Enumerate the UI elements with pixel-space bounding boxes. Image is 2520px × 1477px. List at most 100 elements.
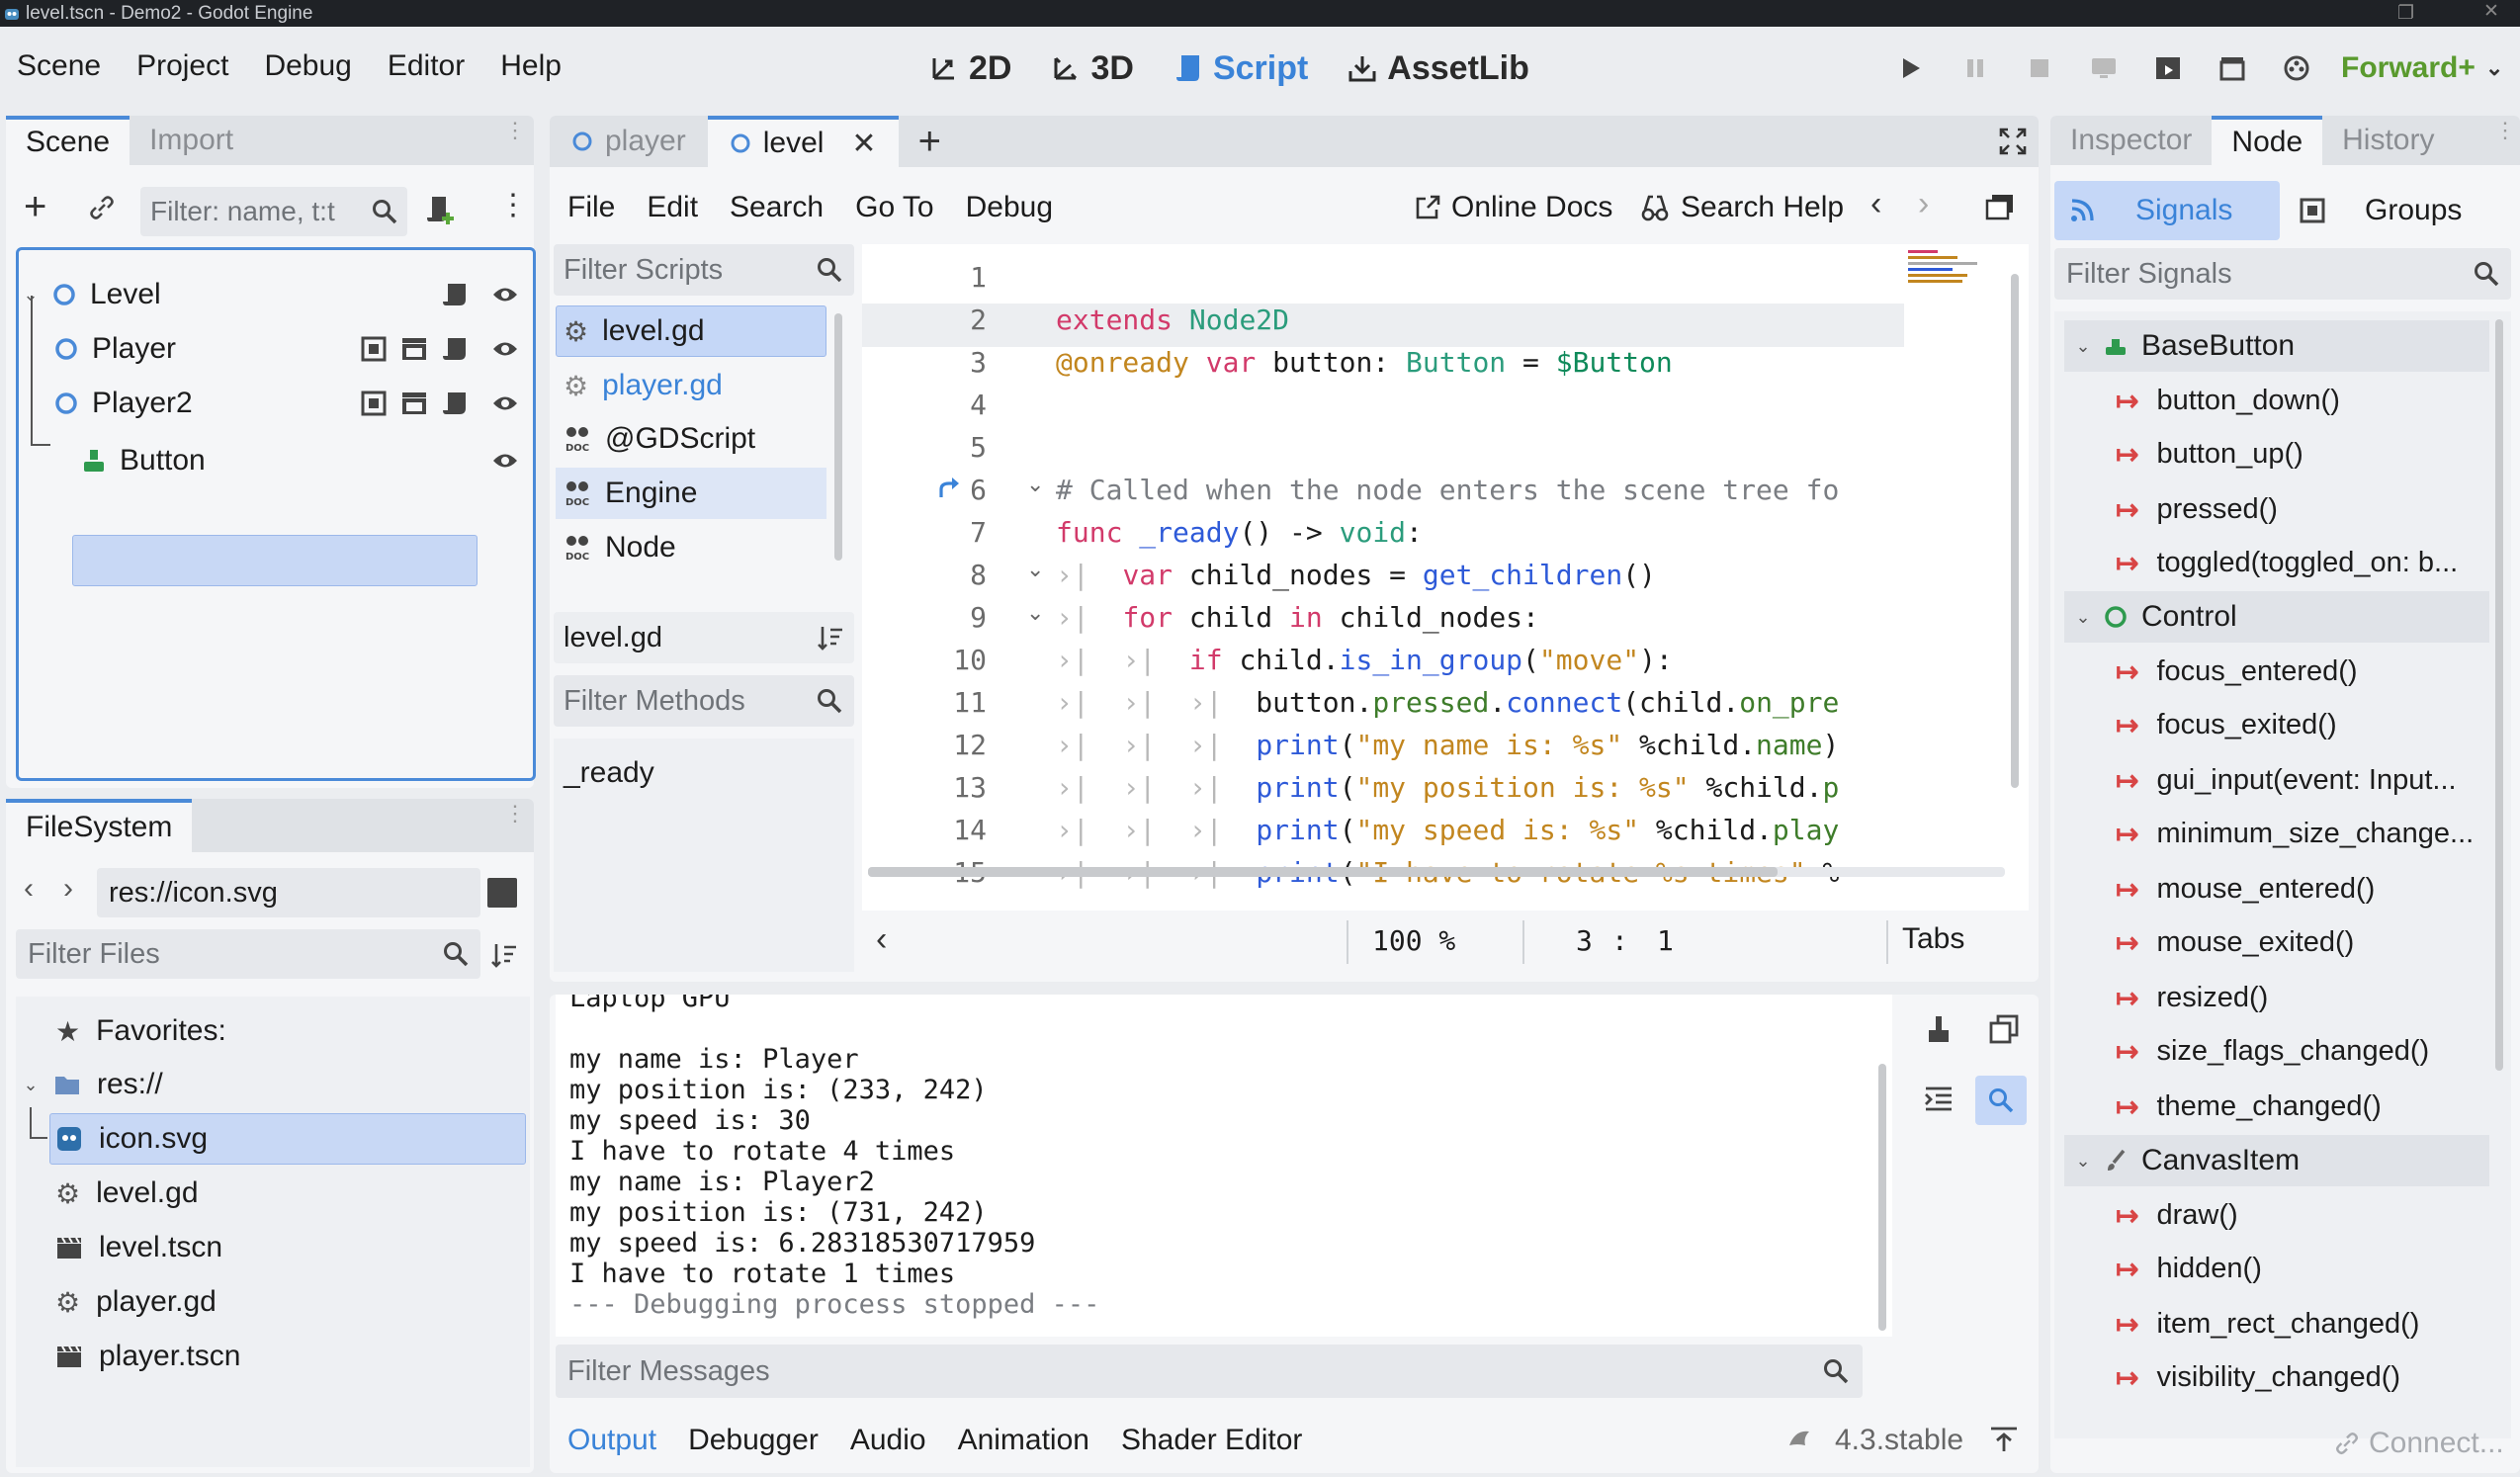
online-docs-button[interactable]: Online Docs — [1414, 183, 1612, 232]
movie-maker-icon[interactable] — [2282, 54, 2311, 82]
new-tab-icon[interactable]: + — [918, 120, 941, 164]
tab-audio[interactable]: Audio — [850, 1424, 926, 1457]
tab-filesystem[interactable]: FileSystem — [6, 799, 193, 852]
scripts-list-scrollbar[interactable] — [834, 313, 842, 561]
signals-scrollbar[interactable] — [2495, 319, 2503, 1071]
tab-player[interactable]: player — [550, 116, 708, 167]
folder-res[interactable]: ⌄ res:// — [16, 1060, 162, 1109]
signal-item[interactable]: ↦ focus_entered() — [2116, 647, 2358, 696]
tree-item-button[interactable] — [72, 535, 478, 586]
menu-project[interactable]: Project — [136, 49, 228, 83]
signal-item[interactable]: ↦ button_down() — [2116, 376, 2340, 425]
link-icon[interactable] — [87, 193, 117, 222]
file-item-icon-svg[interactable]: icon.svg — [55, 1114, 208, 1164]
zoom-level[interactable]: 100 % — [1372, 924, 1455, 957]
scene-options-icon[interactable]: ⋮ — [498, 191, 528, 220]
favorites-item[interactable]: ★ Favorites: — [55, 1006, 226, 1056]
menu-scene[interactable]: Scene — [17, 49, 101, 83]
filter-files-input[interactable]: Filter Files — [16, 929, 480, 979]
toggle-scripts-panel-icon[interactable] — [1985, 193, 2015, 220]
tab-inspector[interactable]: Inspector — [2050, 116, 2212, 165]
file-item-player-tscn[interactable]: player.tscn — [55, 1332, 240, 1381]
visibility-eye-icon[interactable] — [491, 448, 519, 474]
fold-arrow-icon[interactable]: ⌄ — [1026, 472, 1044, 497]
signal-item[interactable]: ↦ button_up() — [2116, 429, 2303, 478]
filter-methods-input[interactable]: Filter Methods — [554, 675, 854, 727]
code-hscrollbar[interactable] — [868, 867, 2005, 877]
signal-category-basebutton[interactable]: ⌄ BaseButton — [2064, 320, 2489, 372]
fold-arrow-icon[interactable]: ⌄ — [1026, 557, 1044, 582]
close-icon[interactable]: ✕ — [851, 127, 876, 161]
signal-item[interactable]: ↦ size_flags_changed() — [2116, 1026, 2429, 1076]
tab-output[interactable]: Output — [567, 1424, 656, 1457]
play-custom-scene-icon[interactable] — [2217, 55, 2247, 81]
sort-icon[interactable] — [490, 941, 518, 969]
group-icon[interactable] — [361, 336, 387, 362]
renderer-select[interactable]: Forward+ ⌄ — [2341, 51, 2503, 85]
back-icon[interactable]: ‹ — [24, 872, 34, 906]
tab-level[interactable]: level ✕ — [707, 116, 899, 167]
history-back-icon[interactable]: ‹ — [1870, 185, 1881, 223]
signal-category-control[interactable]: ⌄ Control — [2064, 591, 2489, 643]
pause-icon[interactable] — [1960, 56, 1990, 80]
script-menu-file[interactable]: File — [567, 191, 615, 224]
signal-item[interactable]: ↦ gui_input(event: Input... — [2116, 755, 2457, 805]
indent-mode[interactable]: Tabs — [1902, 922, 1964, 956]
tab-shader-editor[interactable]: Shader Editor — [1121, 1424, 1302, 1457]
add-node-icon[interactable]: + — [24, 187, 46, 226]
group-icon[interactable] — [361, 391, 387, 416]
connected-signal-icon[interactable] — [937, 476, 963, 499]
tab-animation[interactable]: Animation — [958, 1424, 1089, 1457]
search-toggle-icon[interactable] — [1975, 1076, 2027, 1125]
tab-node[interactable]: Node — [2212, 116, 2323, 165]
visibility-eye-icon[interactable] — [491, 336, 519, 362]
script-menu-debug[interactable]: Debug — [966, 191, 1053, 224]
clear-output-icon[interactable] — [1926, 1014, 1952, 1044]
script-menu-search[interactable]: Search — [730, 191, 824, 224]
dock-menu-icon[interactable]: ⋮ — [2494, 120, 2516, 141]
workspace-3d-button[interactable]: 3D — [1051, 49, 1134, 88]
sort-icon[interactable] — [817, 624, 844, 652]
script-item-level-gd[interactable]: ⚙ level.gd — [564, 306, 705, 356]
script-attached-icon[interactable] — [442, 282, 468, 307]
script-item-engine[interactable]: DOC Engine — [564, 469, 697, 518]
search-help-button[interactable]: Search Help — [1639, 183, 1844, 232]
signals-subtab[interactable]: Signals — [2054, 181, 2280, 240]
signal-item[interactable]: ↦ focus_exited() — [2116, 700, 2337, 749]
fold-arrow-icon[interactable]: ⌄ — [1026, 600, 1044, 626]
window-close-icon[interactable]: ✕ — [2483, 0, 2499, 23]
script-attached-icon[interactable] — [442, 391, 468, 416]
script-menu-edit[interactable]: Edit — [647, 191, 698, 224]
file-item-level-tscn[interactable]: level.tscn — [55, 1223, 222, 1272]
script-item-player-gd[interactable]: ⚙ player.gd — [564, 361, 723, 410]
workspace-2d-button[interactable]: 2D — [929, 49, 1011, 88]
play-scene-icon[interactable] — [2153, 55, 2183, 81]
tab-debugger[interactable]: Debugger — [688, 1424, 819, 1457]
tab-import[interactable]: Import — [130, 116, 253, 165]
signal-item[interactable]: ↦ draw() — [2116, 1190, 2238, 1240]
path-field[interactable]: res://icon.svg — [97, 868, 480, 917]
signal-category-canvasitem[interactable]: ⌄ CanvasItem — [2064, 1135, 2489, 1186]
signal-item[interactable]: ↦ resized() — [2116, 973, 2268, 1022]
remote-debug-icon[interactable] — [2089, 56, 2119, 80]
code-vscrollbar[interactable] — [2011, 274, 2019, 788]
signal-item[interactable]: ↦ pressed() — [2116, 484, 2278, 534]
output-log[interactable]: Laptop GPU my name is: Player my positio… — [556, 995, 1892, 1337]
toggle-scripts-list-icon[interactable]: ‹ — [876, 920, 887, 959]
code-editor[interactable]: 1 2 3 4 5 6 7 8 9 10 11 12 13 14 15 ⌄ ⌄ … — [862, 244, 2029, 911]
signal-item[interactable]: ↦ visibility_changed() — [2116, 1352, 2400, 1402]
menu-editor[interactable]: Editor — [388, 49, 465, 83]
scene-filter-input[interactable]: Filter: name, t:t — [140, 187, 407, 236]
tab-scene[interactable]: Scene — [6, 116, 130, 165]
instance-scene-icon[interactable] — [400, 336, 428, 362]
stop-icon[interactable] — [2025, 57, 2054, 79]
tree-item-level[interactable]: ⌄ Level — [19, 270, 523, 319]
toggle-split-icon[interactable] — [487, 878, 517, 908]
script-item-gdscript[interactable]: DOC @GDScript — [564, 414, 755, 464]
signal-item[interactable]: ↦ toggled(toggled_on: b... — [2116, 538, 2458, 587]
workspace-assetlib-button[interactable]: AssetLib — [1347, 49, 1529, 88]
signal-item[interactable]: ↦ mouse_entered() — [2116, 864, 2375, 913]
expand-panel-icon[interactable] — [1989, 1426, 2019, 1453]
dock-menu-icon[interactable]: ⋮ — [504, 803, 526, 825]
workspace-script-button[interactable]: Script — [1173, 49, 1308, 88]
